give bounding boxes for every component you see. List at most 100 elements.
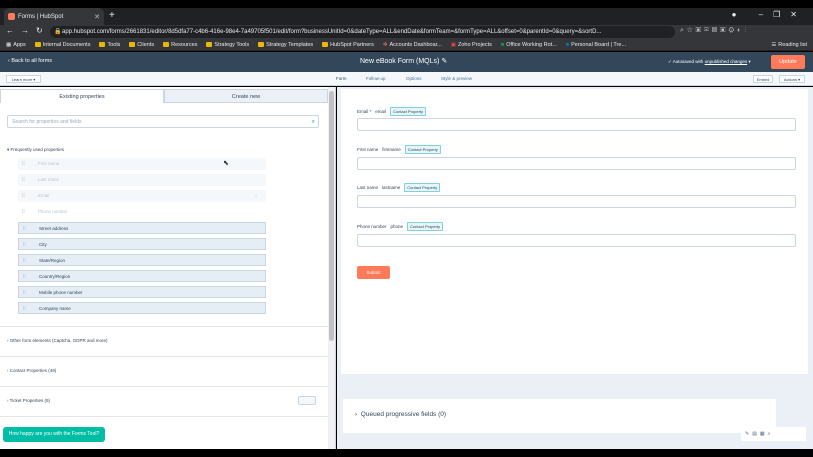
drag-handle-icon[interactable]: ⁞⁞: [23, 271, 26, 283]
lastname-field-label[interactable]: Last name lastname Contact Property: [357, 183, 441, 192]
tab-follow-up[interactable]: Follow-up: [366, 76, 386, 81]
ticket-properties-toggle[interactable]: › Ticket Properties (9): [7, 398, 50, 403]
email-field-label[interactable]: Email * email Contact Property: [357, 107, 427, 116]
field-mobile-phone[interactable]: ⁞⁞ Mobile phone number: [18, 286, 266, 298]
folder-icon: [129, 42, 136, 47]
field-country-region[interactable]: ⁞⁞ Country/Region: [18, 270, 266, 282]
hubspot-favicon-icon: [8, 13, 15, 20]
back-to-forms-link[interactable]: ‹ Back to all forms: [8, 58, 52, 64]
feedback-button[interactable]: How happy are you with the Forms Tool?: [3, 427, 105, 442]
phone-field-label[interactable]: Phone number phone Contact Property: [357, 222, 444, 231]
folder-icon: [258, 42, 265, 47]
form-preview-card: Email * email Contact Property First name f…: [341, 89, 808, 374]
bookmark-strategy-templates[interactable]: Strategy Templates: [258, 42, 313, 48]
actions-dropdown[interactable]: Actions ▾: [779, 75, 805, 83]
field-city[interactable]: ⁞⁞ City: [18, 238, 266, 250]
autosave-status: ✓ Autosaved with unpublished changes ▾: [668, 59, 751, 64]
lastname-field-preview[interactable]: [357, 195, 796, 208]
drag-handle-icon[interactable]: ⁞⁞: [23, 239, 26, 251]
drag-handle-icon[interactable]: ⁞⁞: [23, 303, 26, 315]
close-tab-icon[interactable]: ✕: [94, 13, 100, 21]
mouse-cursor-icon: ⬉: [223, 160, 229, 167]
contact-property-badge: Contact Property: [390, 107, 427, 116]
queued-progressive-fields[interactable]: › Queued progressive fields (0): [343, 399, 776, 433]
embed-button[interactable]: Embed: [753, 75, 773, 83]
extension-icons[interactable]: ⌕☆▣✉▤▣⚙◐⋮: [680, 27, 749, 35]
drag-handle-icon[interactable]: ⁞⁞: [22, 158, 25, 170]
other-form-elements-toggle[interactable]: › Other form elements (Captcha, GDPR and…: [7, 338, 108, 343]
property-search-input[interactable]: Search for properties and fields ⌕: [7, 115, 319, 128]
folder-icon: [322, 42, 329, 47]
field-street-address[interactable]: ⁞⁞ Street address: [18, 222, 266, 234]
divider: [0, 356, 328, 357]
panel-toggle[interactable]: [298, 396, 316, 405]
tab-style-preview[interactable]: Style & preview: [441, 76, 472, 81]
phone-field-preview[interactable]: [357, 234, 796, 247]
chevron-icon: ⌄: [254, 193, 258, 198]
bookmark-hubspot-partners[interactable]: HubSpot Partners: [322, 42, 374, 48]
update-button[interactable]: Update: [771, 55, 805, 69]
bookmark-strategy-tools[interactable]: Strategy Tools: [206, 42, 249, 48]
field-email[interactable]: ⁞⁞ Email ⌄: [18, 190, 266, 202]
nav-buttons[interactable]: ←→↻: [6, 26, 50, 35]
bookmark-tools[interactable]: Tools: [99, 42, 120, 48]
tab-existing-properties[interactable]: Existing properties: [0, 89, 164, 103]
unpublished-changes-link[interactable]: unpublished changes: [705, 59, 748, 64]
tab-create-new[interactable]: Create new: [164, 89, 328, 103]
tab-options[interactable]: Options: [406, 76, 422, 81]
reading-list[interactable]: ☰ Reading list: [771, 42, 807, 48]
bookmark-office-working-rot[interactable]: ■ Office Working Rot...: [501, 42, 557, 48]
frequently-used-toggle[interactable]: ▾ Frequently used properties: [7, 147, 64, 153]
field-company-name[interactable]: ⁞⁞ Company name: [18, 302, 266, 314]
learn-more-dropdown[interactable]: Learn more ▾: [6, 75, 41, 83]
search-icon[interactable]: ⌕: [312, 116, 315, 128]
field-phone-number[interactable]: ⁞⁞ Phone number: [18, 206, 266, 218]
url-bar[interactable]: 🔒 app.hubspot.com/forms/2661831/editor/8…: [50, 26, 675, 38]
firstname-field-preview[interactable]: [357, 157, 796, 170]
form-title[interactable]: New eBook Form (MQLs) ✎: [360, 57, 447, 65]
browser-tab[interactable]: Forms | HubSpot ✕: [4, 8, 104, 25]
contact-property-badge: Contact Property: [404, 183, 441, 192]
browser-tab-bar: Forms | HubSpot ✕ + ● –❐✕: [0, 8, 813, 25]
bookmark-internal-documents[interactable]: Internal Documents: [34, 42, 90, 48]
window-controls[interactable]: ● –❐✕: [732, 10, 807, 19]
edit-pencil-icon[interactable]: ✎: [441, 58, 447, 65]
divider: [0, 416, 328, 417]
email-field-preview[interactable]: [357, 118, 796, 131]
drag-handle-icon[interactable]: ⁞⁞: [22, 206, 25, 218]
apps-grid-icon: ▦: [6, 41, 12, 48]
form-editor-header: ‹ Back to all forms New eBook Form (MQLs…: [0, 52, 813, 72]
chevron-right-icon: ›: [355, 411, 358, 418]
address-bar-row: ←→↻ 🔒 app.hubspot.com/forms/2661831/edit…: [0, 25, 813, 39]
drag-handle-icon[interactable]: ⁞⁞: [22, 174, 25, 186]
bookmark-clients[interactable]: Clients: [129, 42, 154, 48]
bookmark-resources[interactable]: Resources: [163, 42, 197, 48]
folder-icon: [206, 42, 213, 47]
contact-properties-toggle[interactable]: › Contact Properties (49): [7, 368, 56, 373]
zoho-icon: ▣: [450, 41, 456, 48]
folder-icon: [99, 42, 106, 47]
drag-handle-icon[interactable]: ⁞⁞: [23, 287, 26, 299]
new-tab-icon[interactable]: +: [109, 10, 115, 21]
contact-property-badge: Contact Property: [404, 145, 441, 154]
bookmark-accounts-dashboard[interactable]: ✲ Accounts Dashboar...: [383, 42, 442, 48]
preview-toolbar[interactable]: ✎▤▦⌕: [741, 427, 806, 441]
bookmark-personal-board[interactable]: ■ Personal Board | Tre...: [566, 42, 626, 48]
tab-title: Forms | HubSpot: [18, 13, 64, 20]
bookmark-zoho-projects[interactable]: ▣ Zoho Projects: [451, 42, 492, 48]
trello-icon: ■: [565, 41, 570, 48]
submit-button-preview[interactable]: Submit: [357, 266, 390, 279]
panel-scrollbar[interactable]: [328, 87, 335, 449]
field-last-name[interactable]: ⁞⁞ Last name: [18, 174, 266, 186]
sheets-icon: ■: [500, 41, 505, 48]
reading-list-icon: ☰: [771, 41, 777, 48]
firstname-field-label[interactable]: First name firstname Contact Property: [357, 145, 441, 154]
drag-handle-icon[interactable]: ⁞⁞: [23, 255, 26, 267]
properties-panel: Existing properties Create new Search fo…: [0, 87, 336, 449]
bookmark-apps[interactable]: ▦ Apps: [6, 42, 26, 48]
scrollbar-thumb[interactable]: [329, 91, 334, 341]
drag-handle-icon[interactable]: ⁞⁞: [22, 190, 25, 202]
tab-form[interactable]: Form: [336, 76, 347, 81]
drag-handle-icon[interactable]: ⁞⁞: [23, 223, 26, 235]
field-state-region[interactable]: ⁞⁞ State/Region: [18, 254, 266, 266]
